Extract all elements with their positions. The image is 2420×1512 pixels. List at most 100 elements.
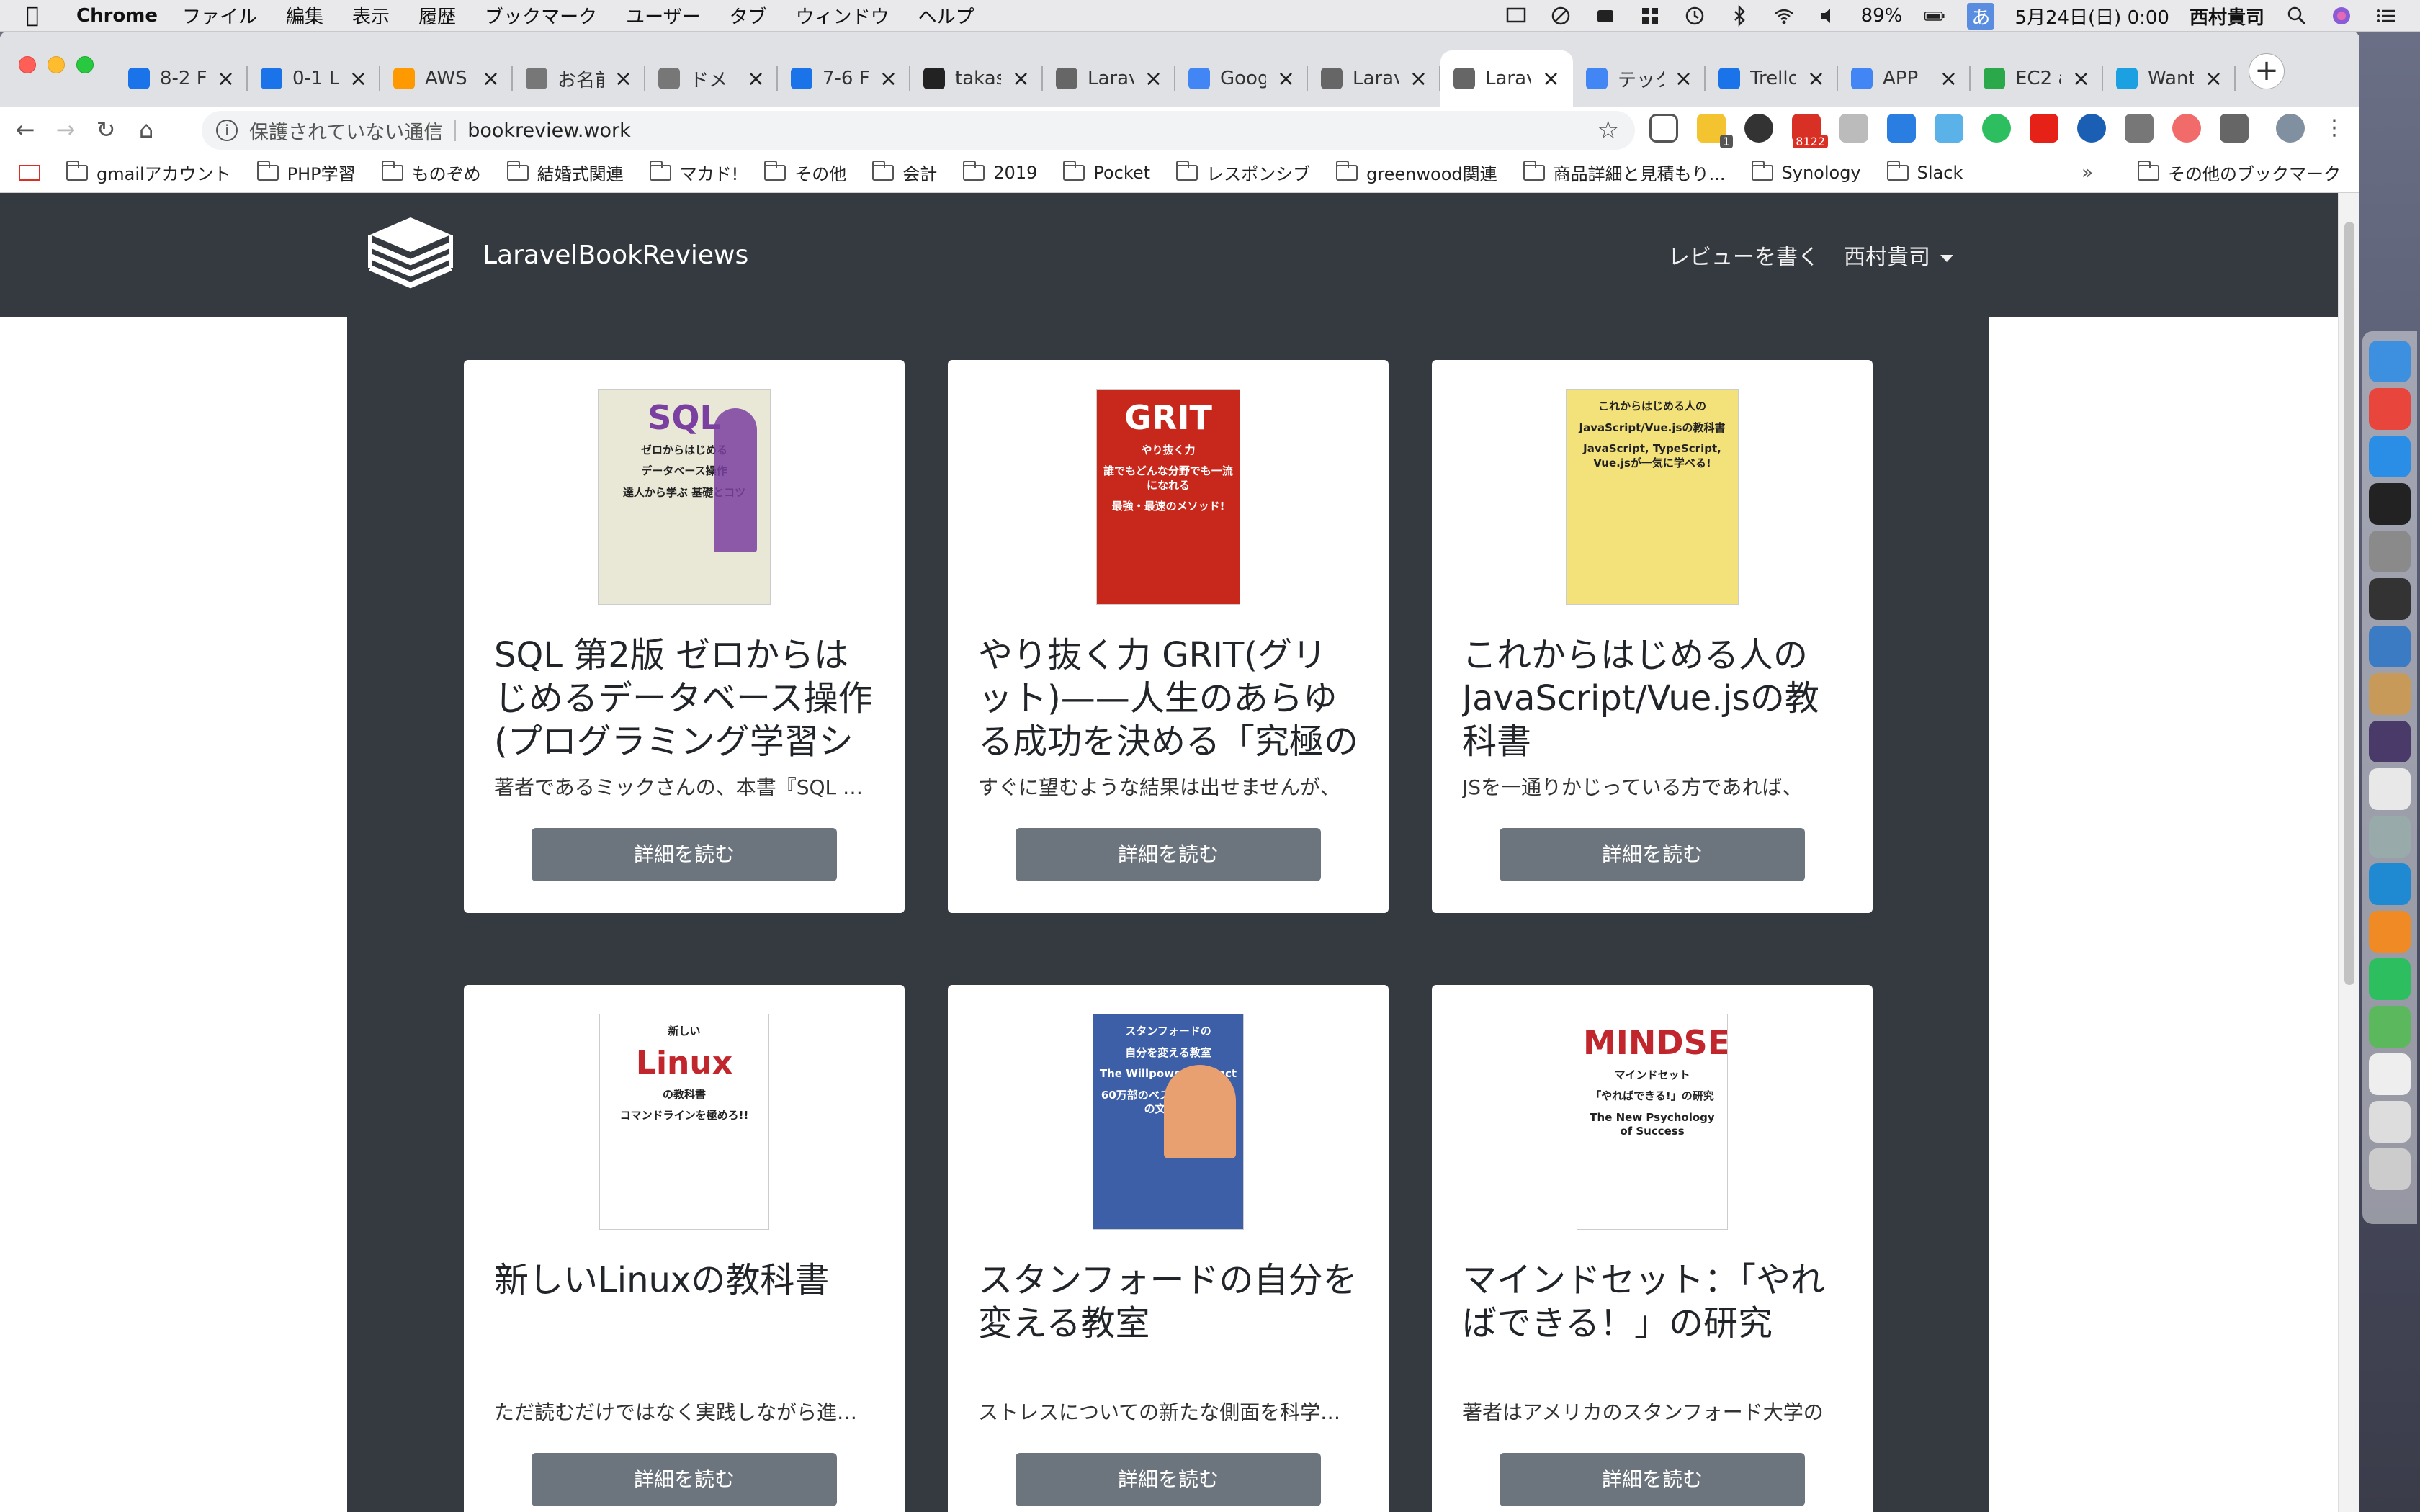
- bookmark-item[interactable]: Pocket: [1063, 160, 1150, 183]
- apple-menu-icon[interactable]: : [26, 3, 55, 28]
- reload-icon[interactable]: ↻: [91, 114, 121, 145]
- tab-close-icon[interactable]: ×: [1144, 66, 1162, 91]
- screen-share-icon[interactable]: [2369, 578, 2411, 620]
- extension-circle-icon[interactable]: [2077, 114, 2106, 143]
- bookmark-item[interactable]: 会計: [872, 160, 937, 185]
- tab[interactable]: takas ×: [910, 50, 1043, 107]
- menu-history[interactable]: 履歴: [418, 2, 456, 29]
- wifi-icon[interactable]: [1772, 5, 1796, 27]
- tab[interactable]: Trello ×: [1706, 50, 1838, 107]
- alfred-icon[interactable]: [2369, 721, 2411, 762]
- tab-close-icon[interactable]: ×: [2072, 66, 2090, 91]
- user-dropdown[interactable]: 西村貴司: [1844, 239, 1953, 271]
- tab[interactable]: ドメ ×: [645, 50, 778, 107]
- aws-icon[interactable]: [2369, 911, 2411, 953]
- bookmark-item[interactable]: 商品詳細と見積もり...: [1523, 160, 1726, 185]
- book-cover-image[interactable]: スタンフォードの自分を変える教室The Willpower Instinct60…: [1093, 1014, 1244, 1230]
- grid-app-icon[interactable]: [1638, 5, 1662, 27]
- tab-close-icon[interactable]: ×: [614, 66, 632, 91]
- sequel-pro-icon[interactable]: [2369, 626, 2411, 667]
- terminal-icon[interactable]: [2369, 483, 2411, 525]
- book-cover-image[interactable]: GRIT やり抜く力 誰でもどんな分野でも一流になれる 最強・最速のメソッド!: [1096, 389, 1240, 605]
- write-review-link[interactable]: レビューを書く: [1668, 239, 1819, 271]
- url-text[interactable]: bookreview.work: [467, 120, 631, 142]
- trash-icon[interactable]: [2369, 1148, 2411, 1190]
- scrollbar-thumb[interactable]: [2344, 222, 2354, 985]
- menu-bookmarks[interactable]: ブックマーク: [485, 2, 597, 29]
- tab[interactable]: 0-1 L ×: [248, 50, 380, 107]
- tab-close-icon[interactable]: ×: [1277, 66, 1295, 91]
- menu-view[interactable]: 表示: [352, 2, 390, 29]
- tab-close-icon[interactable]: ×: [747, 66, 765, 91]
- tab[interactable]: テック ×: [1573, 50, 1706, 107]
- read-details-button[interactable]: 詳細を読む: [1500, 1453, 1805, 1506]
- read-details-button[interactable]: 詳細を読む: [532, 1453, 837, 1506]
- system-preferences-icon[interactable]: [2369, 531, 2411, 572]
- vscode-icon[interactable]: [2369, 863, 2411, 905]
- tab-close-icon[interactable]: ×: [482, 66, 500, 91]
- bookmark-item[interactable]: レスポンシブ: [1176, 160, 1310, 185]
- menu-tab[interactable]: タブ: [730, 2, 767, 29]
- back-icon[interactable]: ←: [10, 114, 40, 145]
- wallet-icon[interactable]: [1593, 5, 1618, 27]
- new-tab-button[interactable]: +: [2249, 53, 2285, 89]
- tab-close-icon[interactable]: ×: [2205, 66, 2223, 91]
- battery-icon[interactable]: [1922, 5, 1947, 27]
- clock[interactable]: 5月24日(日) 0:00: [2015, 3, 2169, 30]
- menu-file[interactable]: ファイル: [182, 2, 257, 29]
- tab[interactable]: Larav ×: [1308, 50, 1440, 107]
- book-cover-image[interactable]: これからはじめる人の JavaScript/Vue.jsの教科書 JavaScrip…: [1566, 389, 1739, 605]
- menubar-user-name[interactable]: 西村貴司: [2190, 3, 2264, 30]
- tab-close-icon[interactable]: ×: [879, 66, 897, 91]
- spotlight-search-icon[interactable]: [2285, 5, 2309, 27]
- bookmarks-overflow-icon[interactable]: »: [2081, 162, 2093, 184]
- siri-icon[interactable]: [2329, 5, 2354, 27]
- bookmark-item[interactable]: 結婚式関連: [506, 160, 624, 185]
- extension-blue-icon[interactable]: [1887, 114, 1916, 143]
- security-status[interactable]: 保護されていない通信: [249, 117, 443, 145]
- extension-yellow-icon[interactable]: 1: [1697, 114, 1733, 148]
- site-brand[interactable]: LaravelBookReviews: [366, 213, 748, 297]
- tab[interactable]: 7-6 F ×: [778, 50, 910, 107]
- bookmark-item[interactable]: greenwood関連: [1336, 160, 1497, 185]
- read-details-button[interactable]: 詳細を読む: [532, 828, 837, 881]
- tab-close-icon[interactable]: ×: [1807, 66, 1825, 91]
- disk-utility-icon[interactable]: [2369, 816, 2411, 858]
- tab[interactable]: APP ×: [1838, 50, 1971, 107]
- profile-avatar[interactable]: [2276, 114, 2305, 143]
- safari-icon[interactable]: [2369, 436, 2411, 477]
- chrome-menu-icon[interactable]: ⋮: [2323, 114, 2345, 143]
- address-bar[interactable]: i 保護されていない通信 bookreview.work ☆: [202, 111, 1635, 150]
- youtube-icon[interactable]: [2030, 114, 2058, 143]
- finder-icon[interactable]: [2369, 341, 2411, 382]
- close-window-button[interactable]: [19, 56, 36, 73]
- bookmark-star-icon[interactable]: ☆: [1597, 116, 1619, 145]
- forward-icon[interactable]: →: [50, 114, 81, 145]
- camera-icon[interactable]: [1839, 114, 1868, 143]
- tab-close-icon[interactable]: ×: [349, 66, 367, 91]
- minimize-window-button[interactable]: [48, 56, 65, 73]
- numbers-icon[interactable]: [2369, 1006, 2411, 1048]
- book-cover-image[interactable]: 新しい Linux の教科書 コマンドラインを極めろ!!: [599, 1014, 769, 1230]
- pocket-icon[interactable]: [1649, 114, 1678, 143]
- textedit-icon[interactable]: [2369, 1053, 2411, 1095]
- tab-close-icon[interactable]: ×: [1542, 66, 1560, 91]
- notification-center-icon[interactable]: [2374, 5, 2398, 27]
- screen-mirroring-icon[interactable]: [1504, 5, 1528, 27]
- read-details-button[interactable]: 詳細を読む: [1016, 1453, 1321, 1506]
- read-details-button[interactable]: 詳細を読む: [1500, 828, 1805, 881]
- ime-indicator[interactable]: あ: [1967, 2, 1995, 30]
- bookmark-item[interactable]: PHP学習: [256, 160, 356, 185]
- site-info-icon[interactable]: i: [216, 120, 238, 141]
- evernote-icon[interactable]: [2369, 958, 2411, 1000]
- other-bookmarks[interactable]: その他のブックマーク: [2138, 160, 2341, 185]
- archive-icon[interactable]: [2369, 673, 2411, 715]
- tab[interactable]: 8-2 F ×: [115, 50, 248, 107]
- do-not-disturb-icon[interactable]: [1549, 5, 1573, 27]
- tab-close-icon[interactable]: ×: [1012, 66, 1030, 91]
- tab[interactable]: AWS ×: [380, 50, 513, 107]
- extension-arrow-icon[interactable]: [2172, 114, 2201, 143]
- volume-icon[interactable]: [1816, 5, 1841, 27]
- bookmark-item[interactable]: Slack: [1886, 160, 1963, 183]
- downloads-folder-icon[interactable]: [2369, 1101, 2411, 1143]
